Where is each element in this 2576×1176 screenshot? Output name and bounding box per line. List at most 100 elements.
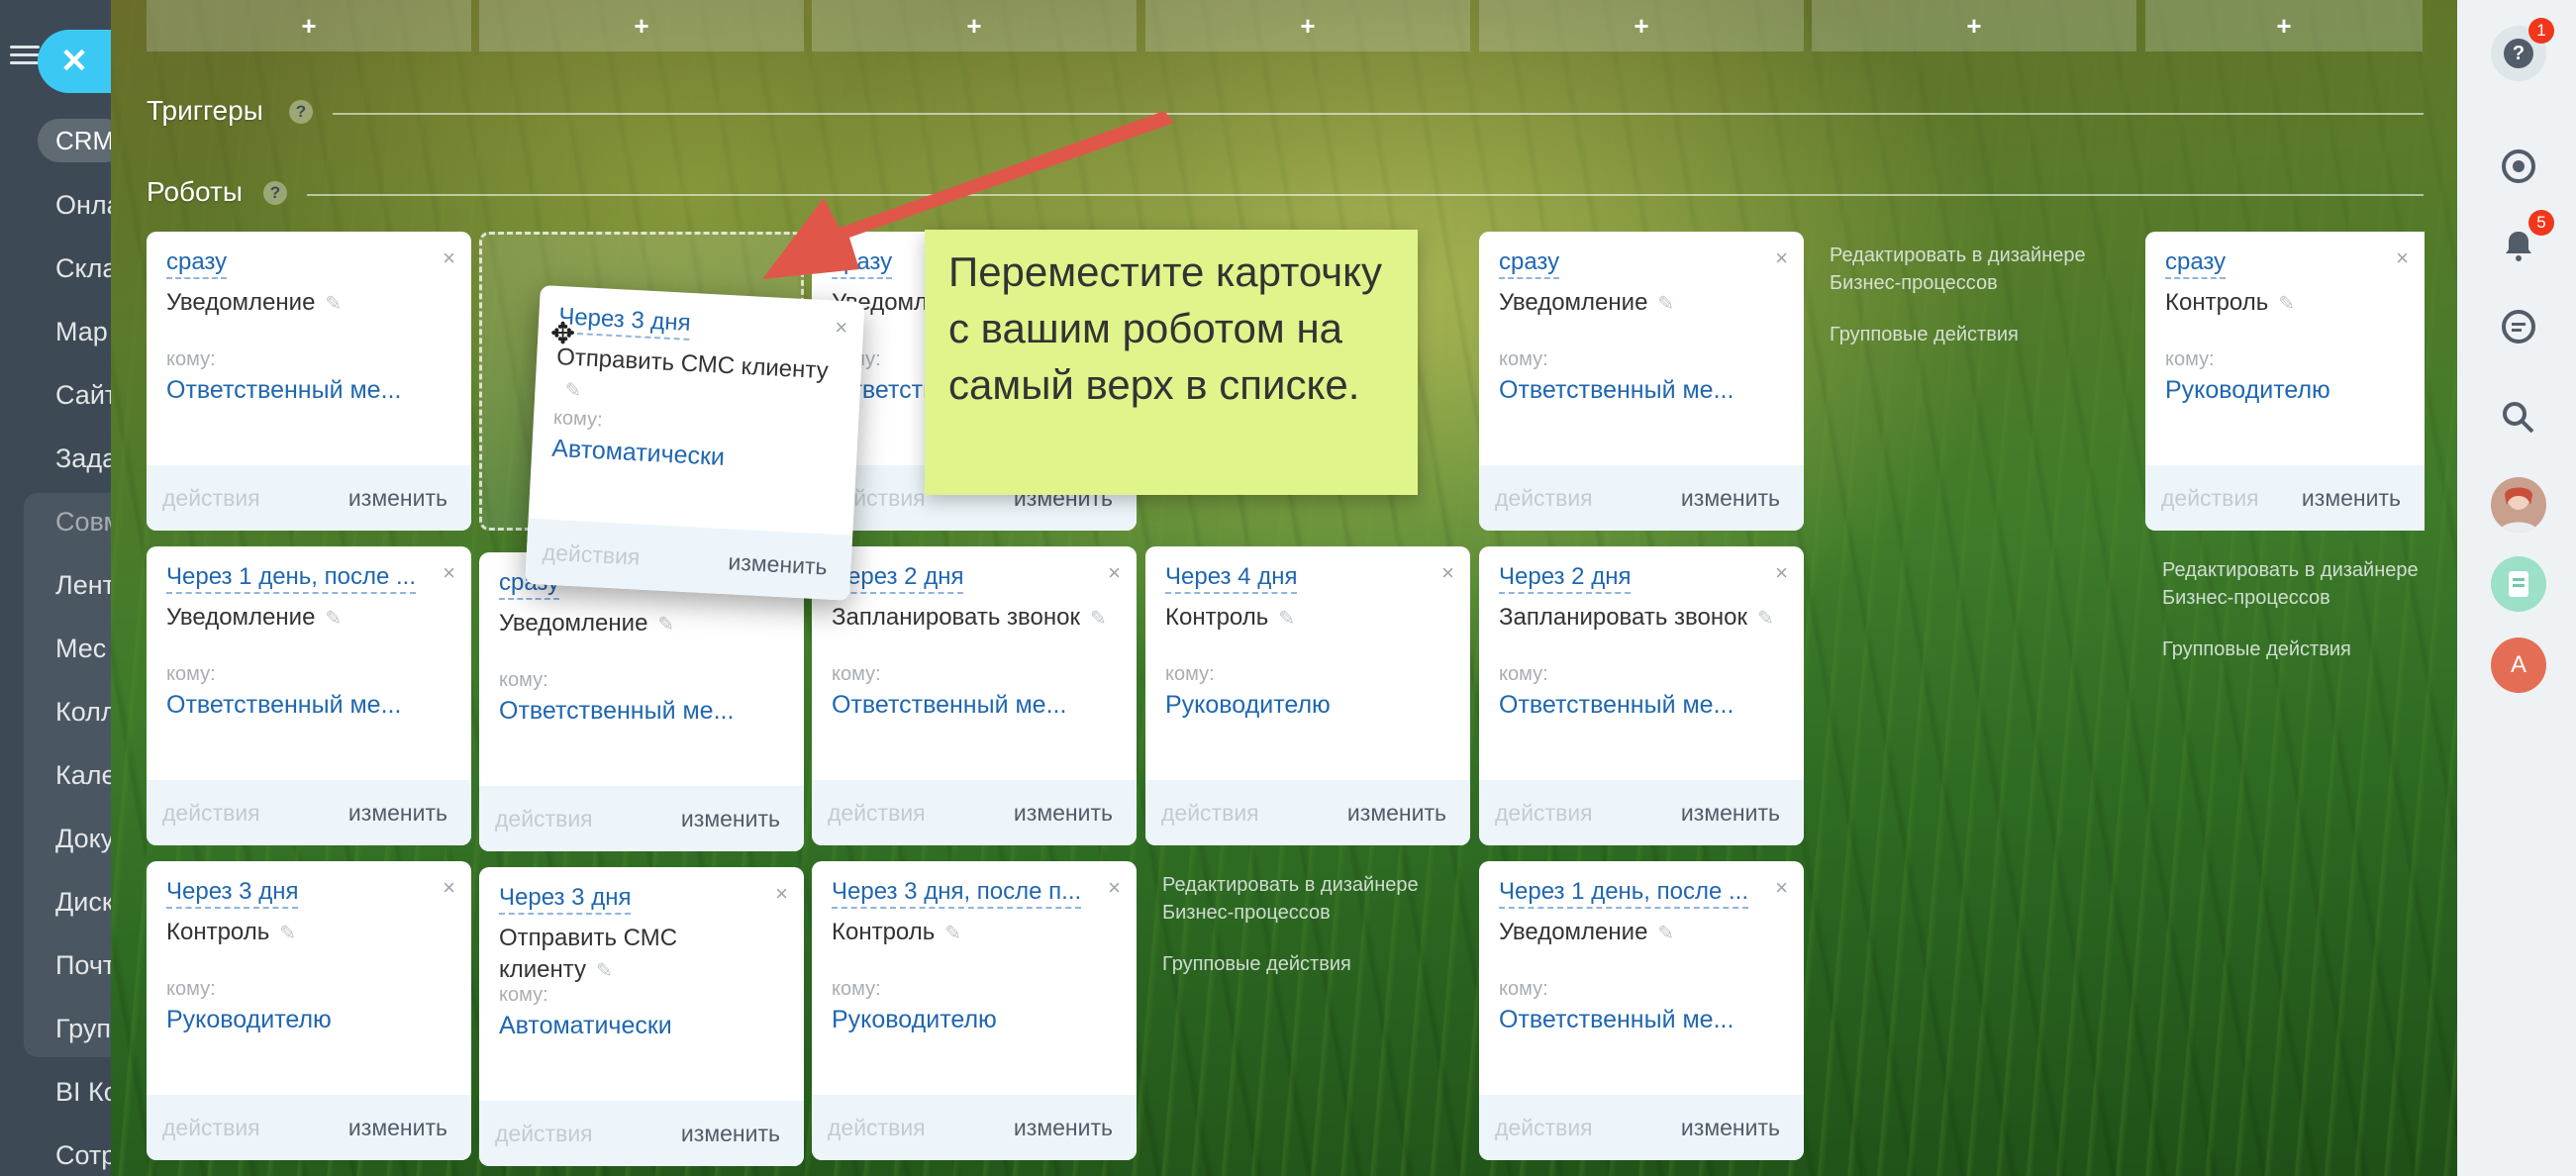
recipient-value[interactable]: Ответственный ме... bbox=[166, 691, 401, 720]
close-icon[interactable]: × bbox=[775, 881, 788, 907]
edit-link[interactable]: изменить bbox=[681, 806, 780, 833]
edit-link[interactable]: изменить bbox=[348, 800, 447, 827]
group-actions-link[interactable]: Групповые действия bbox=[1162, 950, 1459, 978]
edit-link[interactable]: изменить bbox=[2302, 485, 2401, 512]
dragged-robot-card[interactable]: Через 3 дня × Отправить СМС клиенту✎ ком… bbox=[525, 285, 865, 601]
pencil-icon[interactable]: ✎ bbox=[1278, 603, 1295, 630]
edit-link[interactable]: изменить bbox=[728, 548, 828, 580]
robot-delay-link[interactable]: Через 3 дня, после п... bbox=[832, 877, 1082, 909]
robot-delay-link[interactable]: Через 3 дня bbox=[499, 883, 632, 915]
pencil-icon[interactable]: ✎ bbox=[1657, 288, 1674, 315]
sidebar-item[interactable]: Мес bbox=[55, 634, 106, 664]
sidebar-item[interactable]: Онла bbox=[55, 190, 111, 221]
group-actions-link[interactable]: Групповые действия bbox=[1830, 321, 2107, 348]
sidebar-item[interactable]: Лент bbox=[55, 570, 111, 601]
close-icon[interactable]: × bbox=[1441, 560, 1454, 586]
edit-link[interactable]: изменить bbox=[1347, 800, 1446, 827]
add-robot-button[interactable]: + bbox=[479, 0, 804, 51]
help-icon[interactable]: ? bbox=[263, 181, 287, 205]
robot-card[interactable]: сразу × Контроль ✎ кому: Руководителю действия… bbox=[2145, 232, 2425, 531]
recipient-value[interactable]: Руководителю bbox=[1165, 691, 1331, 720]
close-icon[interactable]: × bbox=[443, 875, 455, 901]
pencil-icon[interactable]: ✎ bbox=[944, 918, 961, 944]
robot-card[interactable]: Через 3 дня × Отправить СМС клиенту ✎ кому: А… bbox=[479, 867, 804, 1166]
sidebar-item[interactable]: Почт bbox=[55, 950, 111, 981]
robot-card[interactable]: Через 1 день, после ... × Уведомление ✎ кому… bbox=[147, 546, 471, 845]
actions-link[interactable]: действия bbox=[2161, 485, 2259, 512]
help-icon[interactable]: ? bbox=[289, 100, 313, 124]
robot-card[interactable]: Через 1 день, после ... × Уведомление ✎ кому… bbox=[1479, 861, 1804, 1160]
sidebar-item[interactable]: Скла bbox=[55, 253, 111, 284]
close-icon[interactable]: × bbox=[1775, 560, 1788, 586]
robot-card[interactable]: Через 3 дня, после п... × Контроль ✎ кому: Ру… bbox=[812, 861, 1137, 1160]
edit-link[interactable]: изменить bbox=[681, 1121, 780, 1147]
pencil-icon[interactable]: ✎ bbox=[325, 288, 342, 315]
chat-button[interactable] bbox=[2491, 299, 2546, 354]
actions-link[interactable]: действия bbox=[495, 806, 593, 833]
close-slider-button[interactable]: ✕ bbox=[38, 30, 111, 93]
robot-delay-link[interactable]: Через 2 дня bbox=[1499, 562, 1632, 594]
recipient-value[interactable]: Автоматически bbox=[551, 435, 726, 472]
robot-delay-link[interactable]: сразу bbox=[2165, 247, 2227, 279]
search-button[interactable] bbox=[2491, 390, 2546, 445]
close-icon[interactable]: × bbox=[2396, 245, 2409, 271]
recipient-value[interactable]: Руководителю bbox=[832, 1006, 997, 1034]
sidebar-item[interactable]: Колл bbox=[55, 697, 111, 728]
sidebar-item[interactable]: Кале bbox=[55, 760, 111, 791]
sidebar-item[interactable]: Мар bbox=[55, 317, 108, 347]
close-icon[interactable]: × bbox=[443, 560, 455, 586]
pencil-icon[interactable]: ✎ bbox=[325, 603, 342, 630]
pencil-icon[interactable]: ✎ bbox=[596, 955, 613, 982]
pencil-icon[interactable]: ✎ bbox=[657, 609, 674, 636]
edit-link[interactable]: изменить bbox=[1014, 1115, 1113, 1141]
robot-delay-link[interactable]: сразу bbox=[166, 247, 228, 279]
recipient-value[interactable]: Ответственный ме... bbox=[1499, 376, 1734, 405]
app-button[interactable] bbox=[2491, 556, 2546, 612]
actions-link[interactable]: действия bbox=[1495, 485, 1593, 512]
sidebar-item[interactable]: Сотр bbox=[55, 1140, 111, 1171]
robot-delay-link[interactable]: Через 2 дня bbox=[832, 562, 964, 594]
add-robot-button[interactable]: + bbox=[1812, 0, 2136, 51]
edit-link[interactable]: изменить bbox=[348, 485, 447, 512]
designer-link[interactable]: Редактировать в дизайнере Бизнес-процесс… bbox=[2162, 556, 2429, 612]
add-robot-button[interactable]: + bbox=[1479, 0, 1804, 51]
sidebar-item[interactable]: Доку bbox=[55, 824, 111, 854]
robot-card[interactable]: сразу×Уведомление✎кому:Ответственный ме.… bbox=[479, 552, 804, 851]
sidebar-item[interactable]: Совм bbox=[55, 507, 111, 538]
recipient-value[interactable]: Автоматически bbox=[499, 1012, 672, 1040]
designer-link[interactable]: Редактировать в дизайнере Бизнес-процесс… bbox=[1830, 242, 2107, 297]
sidebar-item-crm[interactable]: CRM bbox=[38, 119, 111, 162]
edit-link[interactable]: изменить bbox=[1681, 800, 1780, 827]
profile-button[interactable]: A bbox=[2491, 637, 2546, 693]
edit-link[interactable]: изменить bbox=[348, 1115, 447, 1141]
robot-delay-link[interactable]: сразу bbox=[1499, 247, 1560, 279]
robot-delay-link[interactable]: Через 4 дня bbox=[1165, 562, 1298, 594]
robot-card[interactable]: Через 3 дня × Контроль ✎ кому: Руководителю де… bbox=[147, 861, 471, 1160]
add-robot-button[interactable]: + bbox=[147, 0, 471, 51]
actions-link[interactable]: действия bbox=[828, 1115, 926, 1141]
actions-link[interactable]: действия bbox=[1495, 800, 1593, 827]
robot-card[interactable]: сразу×Уведомление✎кому:Ответственный ме.… bbox=[147, 232, 471, 531]
recipient-value[interactable]: Руководителю bbox=[2165, 376, 2330, 405]
actions-link[interactable]: действия bbox=[162, 485, 260, 512]
close-icon[interactable]: × bbox=[1108, 875, 1121, 901]
close-icon[interactable]: × bbox=[1775, 245, 1788, 271]
pencil-icon[interactable]: ✎ bbox=[279, 918, 296, 944]
recipient-value[interactable]: Ответственный ме... bbox=[166, 376, 401, 405]
actions-link[interactable]: действия bbox=[542, 539, 641, 570]
group-actions-link[interactable]: Групповые действия bbox=[2162, 636, 2429, 663]
robot-delay-link[interactable]: Через 1 день, после ... bbox=[166, 562, 417, 594]
edit-link[interactable]: изменить bbox=[1681, 1115, 1780, 1141]
activity-button[interactable] bbox=[2491, 139, 2546, 194]
pencil-icon[interactable]: ✎ bbox=[1657, 918, 1674, 944]
robot-card[interactable]: Через 2 дня × Запланировать звонок ✎ кому: От… bbox=[1479, 546, 1804, 845]
robot-delay-link[interactable]: Через 3 дня bbox=[557, 302, 692, 341]
close-icon[interactable]: × bbox=[443, 245, 455, 271]
sidebar-item[interactable]: Груп bbox=[55, 1014, 111, 1044]
recipient-value[interactable]: Ответственный ме... bbox=[832, 691, 1066, 720]
actions-link[interactable]: действия bbox=[828, 800, 926, 827]
designer-link[interactable]: Редактировать в дизайнере Бизнес-процесс… bbox=[1162, 871, 1459, 927]
pencil-icon[interactable]: ✎ bbox=[564, 374, 582, 402]
add-robot-button[interactable]: + bbox=[1145, 0, 1470, 51]
actions-link[interactable]: действия bbox=[162, 1115, 260, 1141]
